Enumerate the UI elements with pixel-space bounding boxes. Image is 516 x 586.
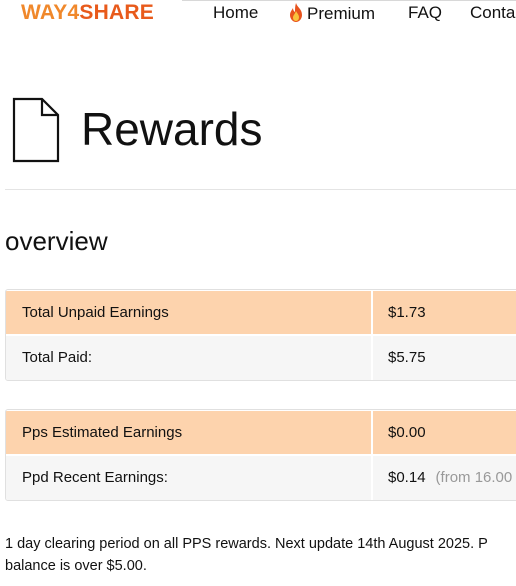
footnote-line-1: 1 day clearing period on all PPS rewards…	[5, 536, 488, 552]
table-row: Ppd Recent Earnings: $0.14 (from 16.00	[6, 456, 516, 500]
document-icon	[12, 97, 60, 168]
table-row: Pps Estimated Earnings $0.00	[6, 411, 516, 455]
title-divider	[5, 189, 516, 190]
earnings-table: Total Unpaid Earnings $1.73 Total Paid: …	[5, 289, 516, 381]
page-header: Rewards	[12, 97, 512, 163]
table-row: Total Unpaid Earnings $1.73	[6, 291, 516, 335]
row-value: $5.75	[388, 349, 426, 366]
row-label: Pps Estimated Earnings	[22, 424, 183, 441]
row-value: $0.14	[388, 469, 426, 486]
row-note: (from 16.00	[435, 469, 513, 486]
header-divider	[182, 0, 516, 1]
page-title: Rewards	[81, 103, 263, 155]
table-row: Total Paid: $5.75	[6, 336, 516, 380]
row-value: $1.73	[388, 304, 426, 321]
row-label: Total Unpaid Earnings	[22, 304, 169, 321]
nav-contact-link[interactable]: Conta	[470, 3, 515, 23]
row-value-group: $0.14 (from 16.00	[388, 456, 512, 500]
footnote-line-2: balance is over $5.00.	[5, 558, 147, 574]
row-label: Ppd Recent Earnings:	[22, 469, 168, 486]
top-navigation: WAY4SHARE Home Premium FAQ Conta	[0, 0, 516, 28]
column-divider	[371, 290, 373, 380]
nav-premium-link[interactable]: Premium	[288, 3, 375, 27]
row-value: $0.00	[388, 424, 426, 441]
flame-icon	[288, 3, 304, 27]
nav-premium-label: Premium	[307, 4, 376, 23]
estimates-table: Pps Estimated Earnings $0.00 Ppd Recent …	[5, 409, 516, 501]
column-divider	[371, 410, 373, 500]
footnote: 1 day clearing period on all PPS rewards…	[5, 533, 516, 577]
section-title-overview: overview	[5, 226, 108, 256]
nav-faq-link[interactable]: FAQ	[408, 3, 442, 23]
nav-home-link[interactable]: Home	[213, 3, 258, 23]
site-logo[interactable]: WAY4SHARE	[21, 1, 154, 25]
row-label: Total Paid:	[22, 349, 93, 366]
